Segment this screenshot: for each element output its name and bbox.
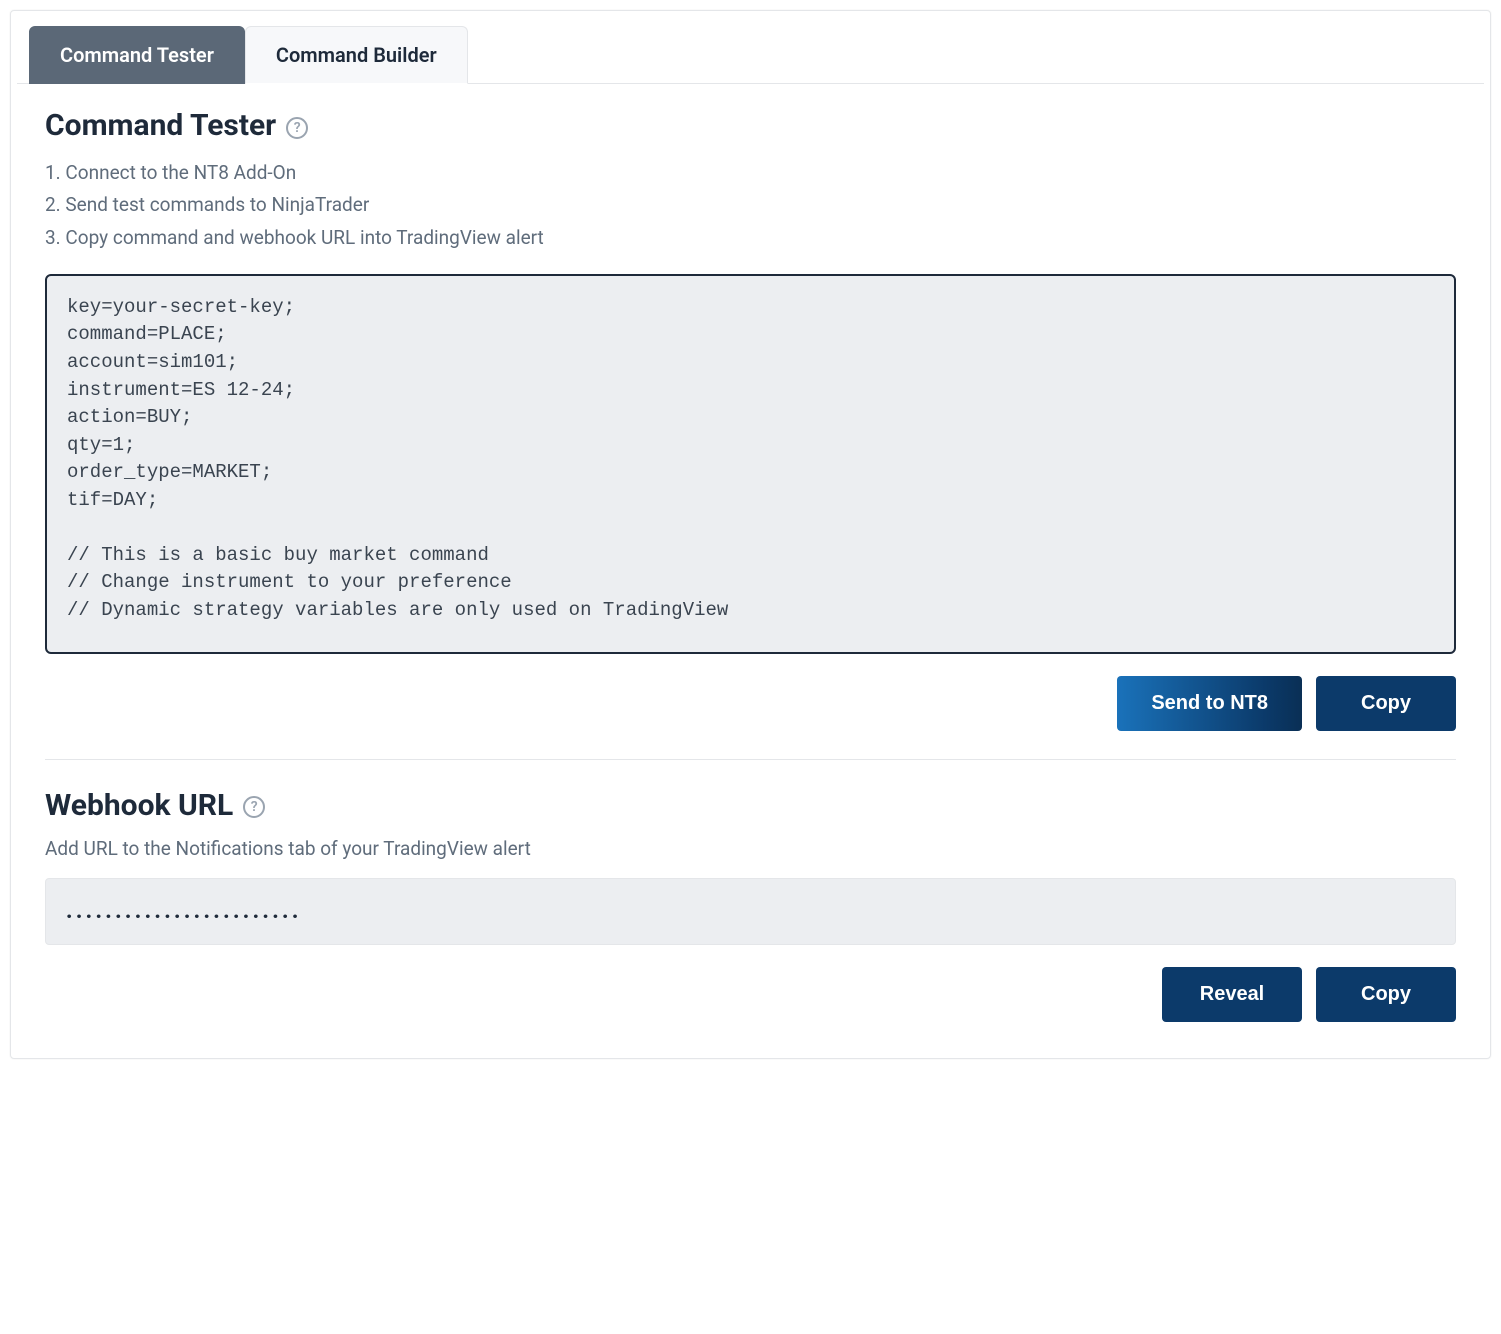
webhook-button-row: Reveal Copy [45,967,1456,1022]
webhook-heading: Webhook URL [45,788,233,823]
section-divider [45,759,1456,760]
reveal-button[interactable]: Reveal [1162,967,1302,1022]
step-3: 3. Copy command and webhook URL into Tra… [45,222,1456,254]
help-icon[interactable]: ? [243,796,265,818]
command-code-editor[interactable]: key=your-secret-key; command=PLACE; acco… [45,274,1456,654]
command-tester-heading: Command Tester [45,108,276,143]
main-panel: Command Tester Command Builder Command T… [17,17,1484,1052]
app-frame: Command Tester Command Builder Command T… [10,10,1491,1059]
webhook-subtext: Add URL to the Notifications tab of your… [45,837,1456,860]
webhook-header: Webhook URL ? [45,788,1456,823]
tab-content: Command Tester ? 1. Connect to the NT8 A… [17,84,1484,1052]
tab-command-tester[interactable]: Command Tester [29,26,245,84]
step-2: 2. Send test commands to NinjaTrader [45,189,1456,221]
tab-command-builder[interactable]: Command Builder [245,26,468,84]
instruction-steps: 1. Connect to the NT8 Add-On 2. Send tes… [45,157,1456,254]
copy-command-button[interactable]: Copy [1316,676,1456,731]
copy-webhook-button[interactable]: Copy [1316,967,1456,1022]
command-tester-header: Command Tester ? [45,108,1456,143]
webhook-url-field[interactable]: ........................ [45,878,1456,945]
send-to-nt8-button[interactable]: Send to NT8 [1117,676,1302,731]
tab-bar: Command Tester Command Builder [17,17,1484,84]
step-1: 1. Connect to the NT8 Add-On [45,157,1456,189]
help-icon[interactable]: ? [286,117,308,139]
command-button-row: Send to NT8 Copy [45,676,1456,731]
